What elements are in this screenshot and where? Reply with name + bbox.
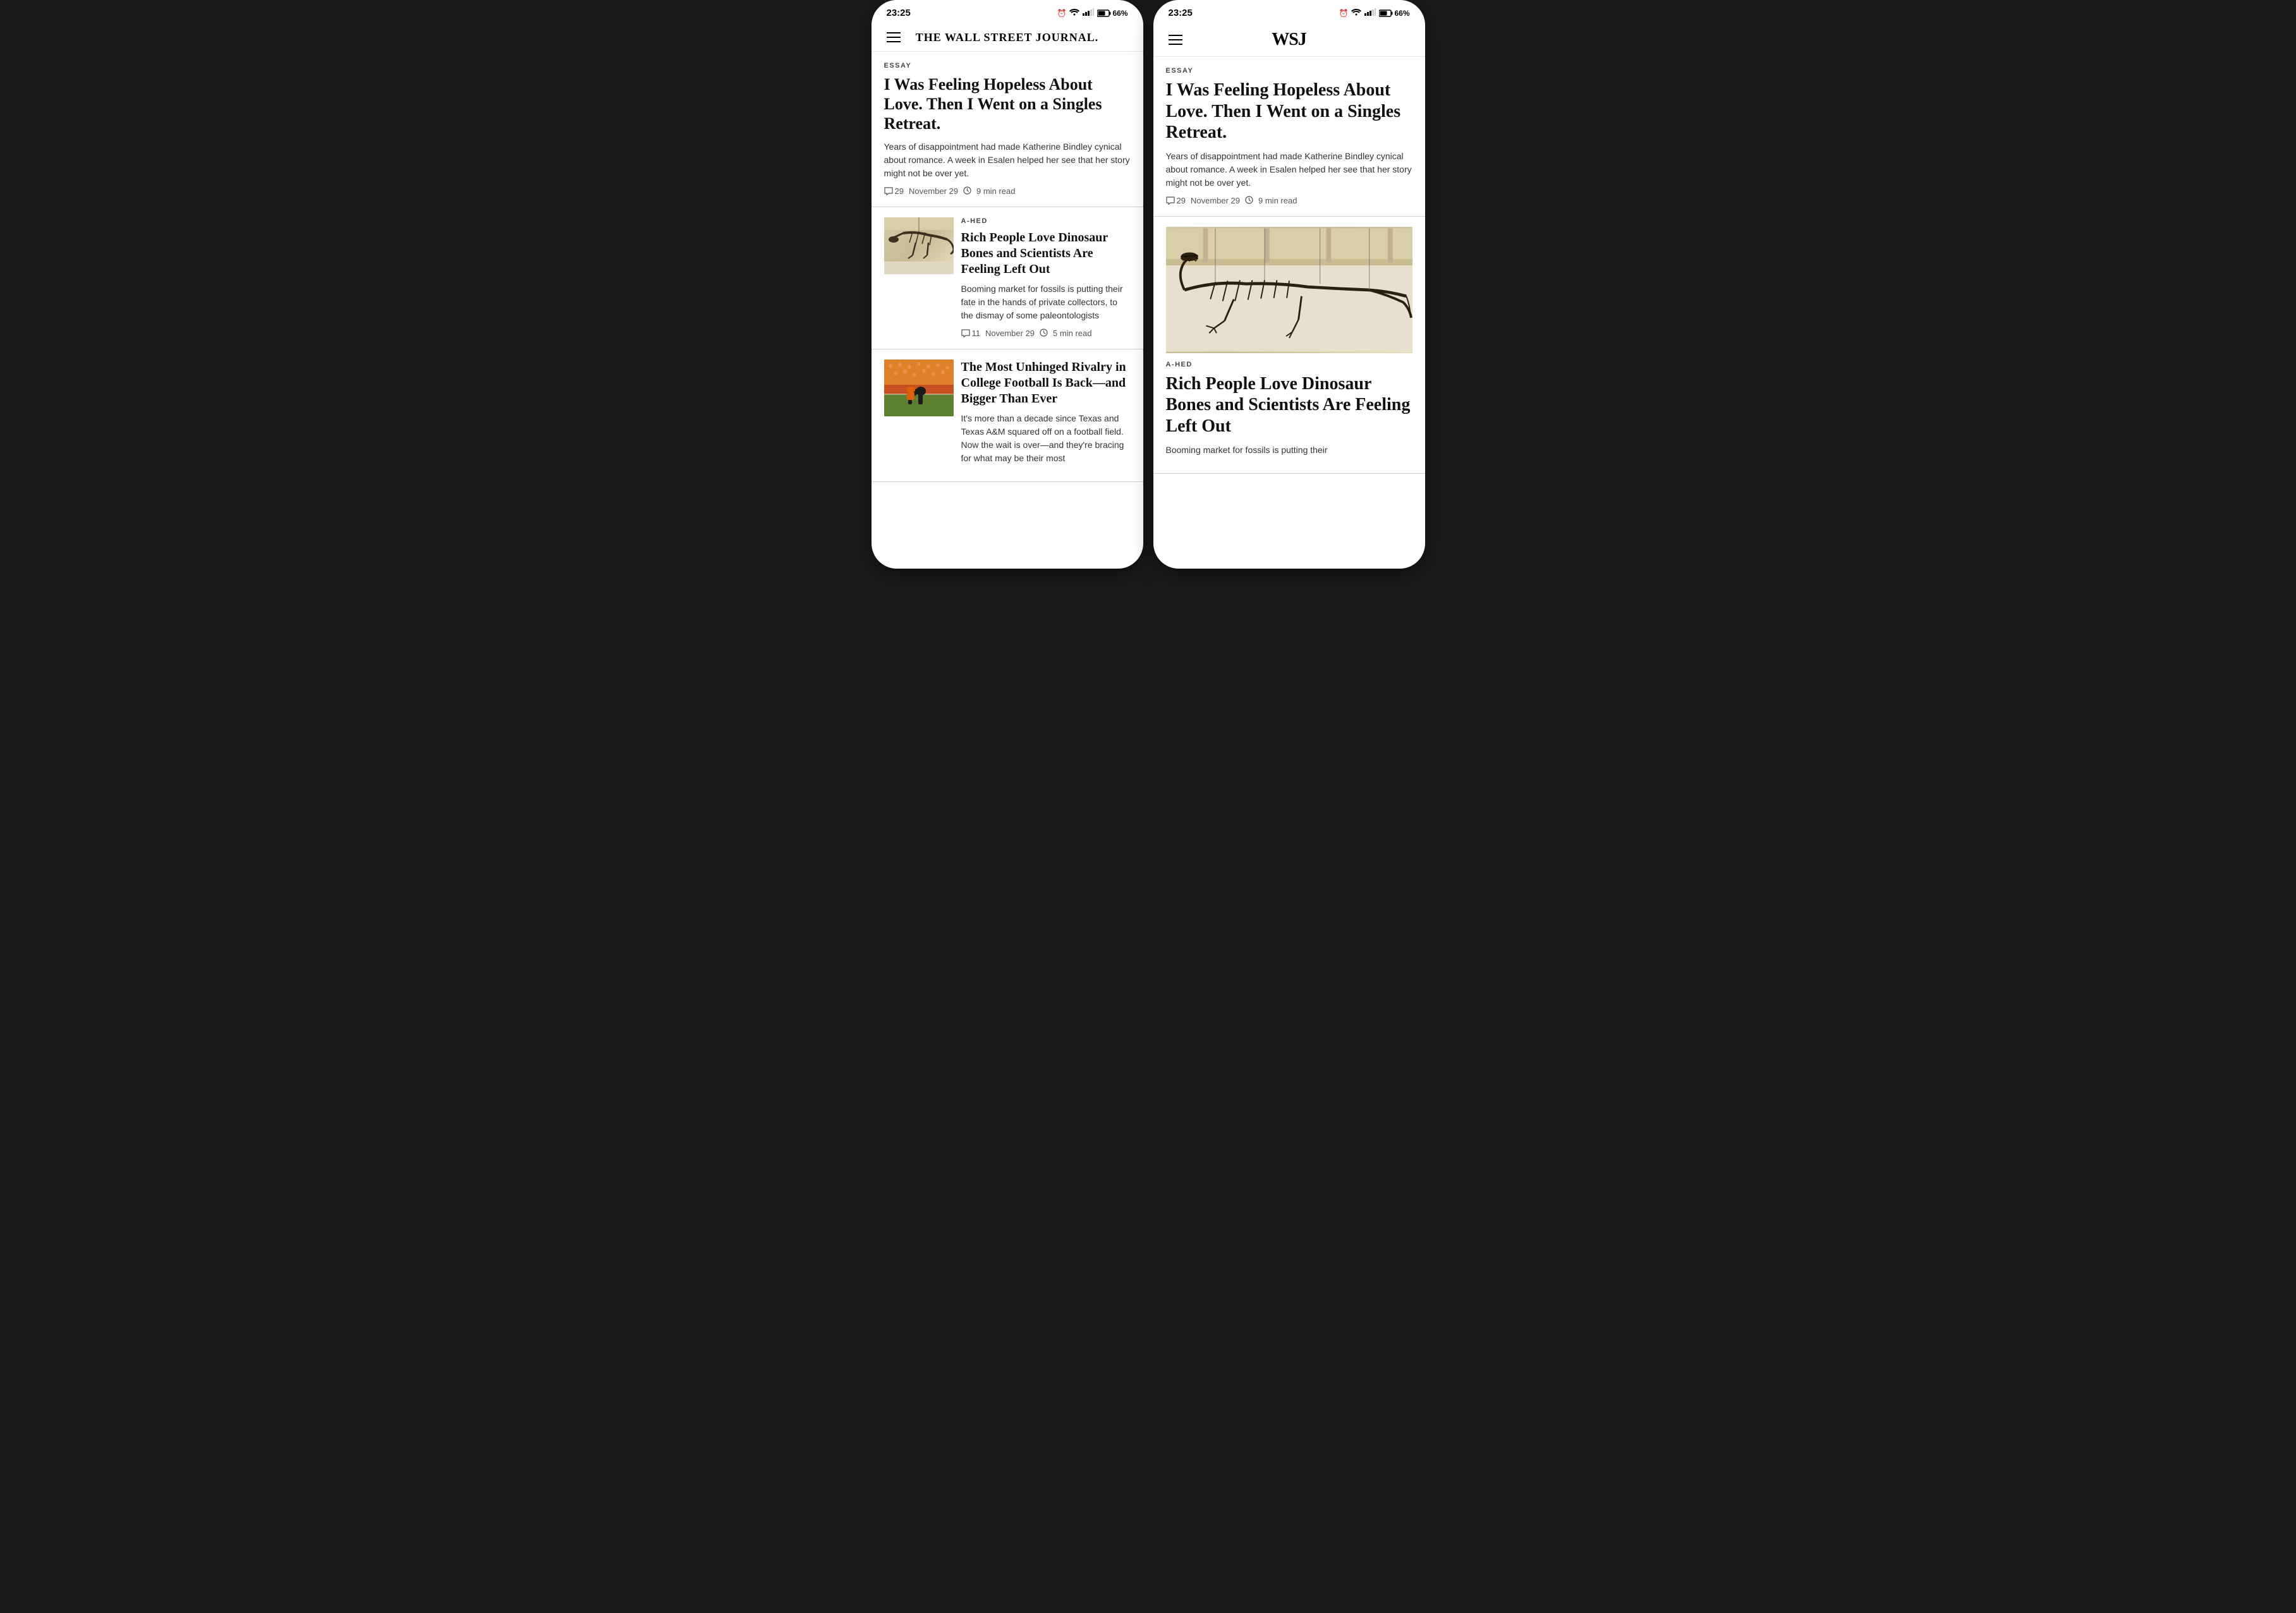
- wifi-icon: [1351, 8, 1361, 18]
- comment-icon: 29: [884, 186, 904, 196]
- article-thumbnail: [884, 359, 954, 416]
- status-bar-right: 23:25 ⏰ 66%: [1153, 0, 1425, 23]
- article-title: I Was Feeling Hopeless About Love. Then …: [1166, 80, 1412, 143]
- article-item[interactable]: The Most Unhinged Rivalry in College Foo…: [872, 349, 1143, 482]
- article-thumbnail: [884, 217, 954, 274]
- hamburger-menu-right[interactable]: [1166, 32, 1185, 47]
- comment-icon: 11: [961, 329, 981, 338]
- article-title: I Was Feeling Hopeless About Love. Then …: [884, 75, 1131, 134]
- right-phone: 23:25 ⏰ 66% WSJ ESSAY I: [1153, 0, 1425, 569]
- comment-count: 11: [972, 329, 981, 338]
- article-label: ESSAY: [1166, 67, 1412, 75]
- article-title: Rich People Love Dinosaur Bones and Scie…: [1166, 373, 1412, 437]
- clock-icon: [1245, 196, 1253, 206]
- article-text-right: A-HED Rich People Love Dinosaur Bones an…: [1166, 353, 1412, 457]
- article-subtitle: It's more than a decade since Texas and …: [961, 412, 1131, 465]
- article-title: The Most Unhinged Rivalry in College Foo…: [961, 359, 1131, 407]
- status-time-left: 23:25: [887, 8, 911, 18]
- article-meta: 29 November 29 9 min read: [1166, 196, 1412, 206]
- alarm-icon: ⏰: [1057, 9, 1067, 18]
- article-label: ESSAY: [884, 62, 1131, 69]
- wifi-icon: [1069, 8, 1079, 18]
- comment-icon: 29: [1166, 196, 1186, 205]
- article-title: Rich People Love Dinosaur Bones and Scie…: [961, 230, 1131, 277]
- article-date: November 29: [909, 186, 958, 196]
- article-subtitle: Years of disappointment had made Katheri…: [1166, 150, 1412, 190]
- clock-icon: [963, 186, 971, 196]
- status-icons-right: ⏰ 66%: [1339, 8, 1410, 18]
- wsj-logo-full: THE WALL STREET JOURNAL.: [903, 31, 1112, 44]
- nav-bar-left: THE WALL STREET JOURNAL.: [872, 23, 1143, 52]
- signal-icon: [1364, 8, 1376, 18]
- clock-icon: [1040, 329, 1048, 339]
- article-item[interactable]: ESSAY I Was Feeling Hopeless About Love.…: [872, 52, 1143, 207]
- article-subtitle: Booming market for fossils is putting th…: [1166, 444, 1412, 457]
- dino-image-large: [1166, 227, 1412, 353]
- dino-skeleton-image-large: [1166, 227, 1412, 353]
- article-date: November 29: [985, 329, 1035, 338]
- article-subtitle: Years of disappointment had made Katheri…: [884, 140, 1131, 180]
- left-phone: 23:25 ⏰ 66% THE WALL STREET JOURNAL.: [872, 0, 1143, 569]
- article-text: A-HED Rich People Love Dinosaur Bones an…: [961, 217, 1131, 339]
- read-time: 5 min read: [1053, 329, 1091, 338]
- read-time: 9 min read: [976, 186, 1015, 196]
- article-label: A-HED: [1166, 361, 1412, 368]
- status-bar-left: 23:25 ⏰ 66%: [872, 0, 1143, 23]
- comment-count: 29: [1177, 196, 1186, 205]
- article-item[interactable]: ESSAY I Was Feeling Hopeless About Love.…: [1153, 57, 1425, 217]
- article-label: A-HED: [961, 217, 1131, 225]
- status-icons-left: ⏰ 66%: [1057, 8, 1128, 18]
- comment-count: 29: [895, 186, 904, 196]
- dino-skeleton-image: [884, 217, 954, 274]
- article-text: The Most Unhinged Rivalry in College Foo…: [961, 359, 1131, 471]
- read-time: 9 min read: [1258, 196, 1297, 205]
- battery-icon: 66%: [1097, 9, 1127, 18]
- nav-bar-right: WSJ: [1153, 23, 1425, 57]
- signal-icon: [1083, 8, 1094, 18]
- content-left: ESSAY I Was Feeling Hopeless About Love.…: [872, 52, 1143, 482]
- article-meta: 29 November 29 9 min read: [884, 186, 1131, 196]
- content-right: ESSAY I Was Feeling Hopeless About Love.…: [1153, 57, 1425, 474]
- alarm-icon: ⏰: [1339, 9, 1349, 18]
- article-item[interactable]: A-HED Rich People Love Dinosaur Bones an…: [1153, 217, 1425, 474]
- article-meta: 11 November 29 5 min read: [961, 329, 1131, 339]
- article-date: November 29: [1191, 196, 1240, 205]
- hamburger-menu-left[interactable]: [884, 30, 903, 45]
- status-time-right: 23:25: [1169, 8, 1193, 18]
- battery-icon: 66%: [1379, 9, 1409, 18]
- football-game-image: [884, 359, 954, 416]
- wsj-logo: WSJ: [1185, 30, 1394, 50]
- article-item[interactable]: A-HED Rich People Love Dinosaur Bones an…: [872, 207, 1143, 349]
- article-subtitle: Booming market for fossils is putting th…: [961, 282, 1131, 322]
